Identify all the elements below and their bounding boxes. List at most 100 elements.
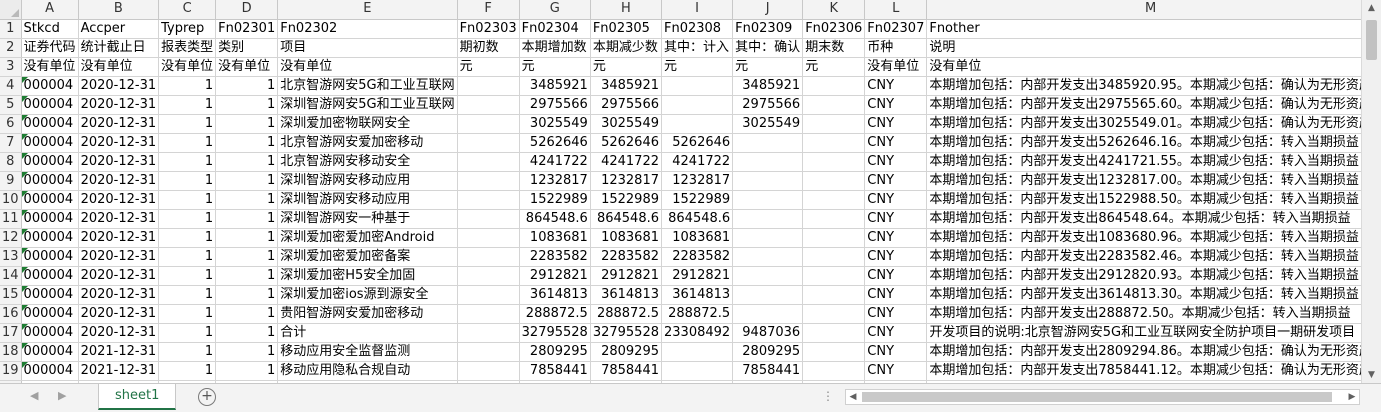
cell[interactable] (802, 342, 866, 362)
row-header[interactable]: 5 (0, 95, 22, 115)
cell[interactable]: 288872.5 (519, 304, 591, 324)
scroll-up-arrow-icon[interactable]: ▲ (1362, 0, 1381, 16)
cell[interactable]: 864548.6 (590, 209, 663, 229)
cell[interactable]: 1 (215, 285, 279, 305)
cell[interactable] (457, 95, 520, 115)
cell[interactable]: 2809295 (590, 342, 663, 362)
cell[interactable]: CNY (864, 95, 928, 115)
cell[interactable] (732, 266, 804, 286)
cell[interactable]: 元 (457, 57, 520, 77)
cell[interactable]: 000004 (21, 361, 79, 381)
cell[interactable] (802, 228, 866, 248)
cell[interactable]: 没有单位 (215, 57, 279, 77)
row-header[interactable]: 10 (0, 190, 22, 210)
cell[interactable]: 1 (158, 171, 217, 191)
cell[interactable]: 000004 (21, 247, 79, 267)
cell[interactable]: 本期增加包括：内部开发支出288872.50。本期减少包括：转入当期损益 (926, 304, 1361, 324)
cell[interactable]: Fn02302 (277, 19, 458, 39)
sheet-tab-sheet1[interactable]: sheet1 (98, 384, 177, 410)
cell[interactable]: 3485921 (590, 76, 663, 96)
column-header-g[interactable]: G (519, 0, 591, 20)
cell[interactable]: 3614813 (519, 285, 591, 305)
cell[interactable]: Typrep (158, 19, 217, 39)
cell[interactable]: 3614813 (590, 285, 663, 305)
cell[interactable]: 7858441 (519, 361, 591, 381)
cell[interactable]: 000004 (21, 228, 79, 248)
cell[interactable]: 本期增加包括：内部开发支出2283582.46。本期减少包括：转入当期损益 (926, 247, 1361, 267)
cell[interactable] (802, 361, 866, 381)
cell[interactable]: 7858441 (732, 361, 804, 381)
cell[interactable]: 1 (158, 247, 217, 267)
cell[interactable]: Fn02303 (457, 19, 520, 39)
cell[interactable]: 本期增加包括：内部开发支出5262646.16。本期减少包括：转入当期损益 (926, 133, 1361, 153)
cell[interactable]: 深圳智游网安移动应用 (277, 171, 458, 191)
cell[interactable]: 2975566 (732, 95, 804, 115)
row-header[interactable]: 12 (0, 228, 22, 248)
cell[interactable]: 报表类型 (158, 38, 217, 58)
cell[interactable] (457, 133, 520, 153)
cell[interactable]: 2020-12-31 (78, 95, 160, 115)
cell[interactable]: Fn02306 (802, 19, 866, 39)
column-header-i[interactable]: I (661, 0, 734, 20)
row-header[interactable]: 17 (0, 323, 22, 343)
cell[interactable]: 1 (215, 342, 279, 362)
cell[interactable]: 期末数 (802, 38, 866, 58)
cell[interactable]: 3614813 (661, 285, 734, 305)
cell[interactable]: 5262646 (590, 133, 663, 153)
cell[interactable]: 元 (590, 57, 663, 77)
cell[interactable]: 说明 (926, 38, 1361, 58)
cell[interactable]: 没有单位 (78, 57, 160, 77)
cell[interactable] (661, 114, 734, 134)
cell[interactable]: 本期增加包括：内部开发支出4241721.55。本期减少包括：转入当期损益 (926, 152, 1361, 172)
cell[interactable]: 1 (158, 342, 217, 362)
cell[interactable] (457, 152, 520, 172)
cell[interactable] (661, 361, 734, 381)
cell[interactable]: 币种 (864, 38, 928, 58)
scroll-left-arrow-icon[interactable]: ◀ (846, 390, 860, 404)
cell[interactable]: CNY (864, 152, 928, 172)
row-header[interactable]: 7 (0, 133, 22, 153)
column-header-h[interactable]: H (590, 0, 663, 20)
cell[interactable]: 1083681 (590, 228, 663, 248)
cell[interactable] (457, 209, 520, 229)
cell[interactable]: 3025549 (590, 114, 663, 134)
cell[interactable]: 1 (215, 266, 279, 286)
cell[interactable] (802, 133, 866, 153)
cell[interactable]: 本期增加包括：内部开发支出2912820.93。本期减少包括：转入当期损益 (926, 266, 1361, 286)
cell[interactable]: 贵阳智游网安爱加密移动 (277, 304, 458, 324)
cell[interactable]: CNY (864, 209, 928, 229)
cell[interactable]: 3025549 (732, 114, 804, 134)
cell[interactable]: 2975566 (519, 95, 591, 115)
cell[interactable]: 2975566 (590, 95, 663, 115)
cell[interactable]: 2020-12-31 (78, 190, 160, 210)
cell[interactable]: 1522989 (661, 190, 734, 210)
cell[interactable]: 本期增加包括：内部开发支出864548.64。本期减少包括：转入当期损益 (926, 209, 1361, 229)
cell[interactable] (457, 114, 520, 134)
cell[interactable]: CNY (864, 361, 928, 381)
cell[interactable] (802, 152, 866, 172)
cell[interactable]: 3485921 (519, 76, 591, 96)
cell[interactable]: 其中：确认 (732, 38, 804, 58)
cell[interactable]: 000004 (21, 152, 79, 172)
cell[interactable]: 2283582 (661, 247, 734, 267)
row-header[interactable]: 3 (0, 57, 22, 77)
cell[interactable]: 深圳爱加密爱加密Android (277, 228, 458, 248)
cell[interactable]: 北京智游网安爱加密移动 (277, 133, 458, 153)
cell[interactable]: 2020-12-31 (78, 285, 160, 305)
cell[interactable] (457, 228, 520, 248)
cell[interactable]: 元 (802, 57, 866, 77)
cell[interactable] (661, 95, 734, 115)
cell[interactable]: 000004 (21, 76, 79, 96)
column-header-d[interactable]: D (215, 0, 279, 20)
scroll-down-arrow-icon[interactable]: ▼ (1362, 367, 1381, 383)
cell[interactable]: 32795528 (519, 323, 591, 343)
horizontal-scrollbar[interactable]: ◀ ▶ (845, 389, 1360, 405)
cell[interactable]: 1083681 (661, 228, 734, 248)
cell[interactable]: 没有单位 (158, 57, 217, 77)
cell[interactable]: 本期增加包括：内部开发支出7858441.12。本期减少包括：确认为无形资产 (926, 361, 1361, 381)
cell[interactable]: 深圳智游网安一种基于 (277, 209, 458, 229)
cell[interactable]: 288872.5 (661, 304, 734, 324)
cell[interactable]: 2020-12-31 (78, 247, 160, 267)
cell[interactable]: 5262646 (661, 133, 734, 153)
cell[interactable]: 1522989 (590, 190, 663, 210)
